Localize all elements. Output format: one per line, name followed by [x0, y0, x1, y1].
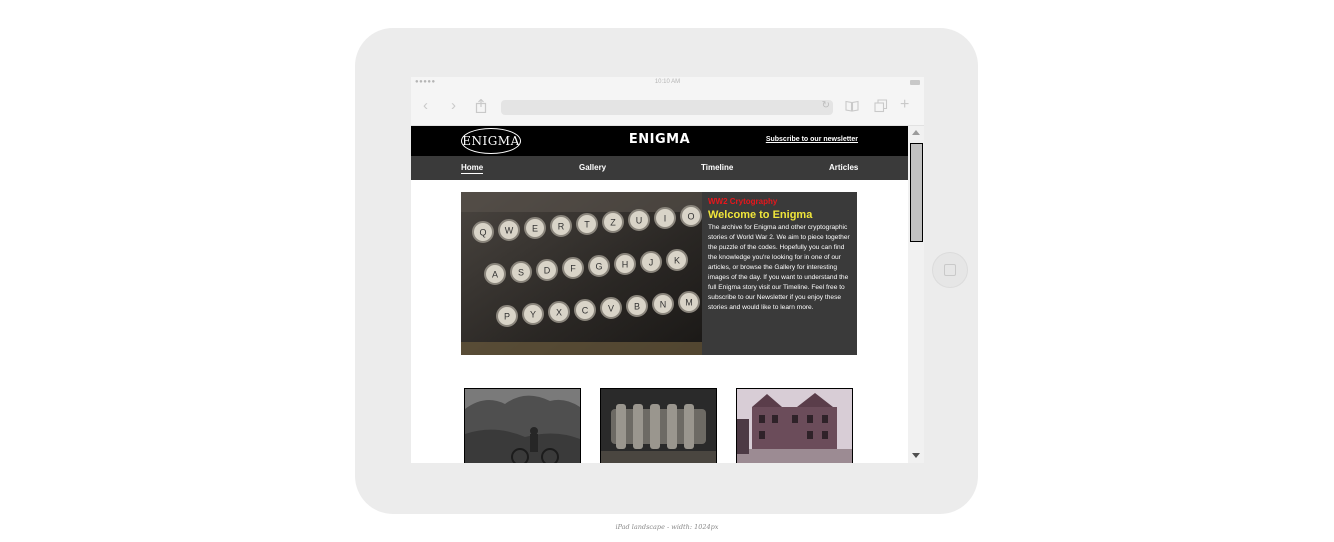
- typewriter-key-letter: A: [492, 270, 498, 280]
- typewriter-key-letter: S: [518, 268, 524, 278]
- typewriter-key-letter: J: [649, 258, 654, 268]
- ipad-screen: ●●●●● 10:10 AM ‹ › ↻ + ENIGMA ENIGMA Sub…: [411, 77, 924, 463]
- battery-icon: [910, 80, 920, 85]
- typewriter-key-letter: D: [544, 266, 551, 276]
- typewriter-key-letter: G: [595, 262, 602, 272]
- main-nav: Home Gallery Timeline Articles: [411, 156, 908, 180]
- hero-banner: QWERTZUIOASDFGHJKPYXCVBNML WW2 Crytograp…: [461, 192, 857, 355]
- tabs-icon[interactable]: [874, 99, 888, 113]
- hero-body: The archive for Enigma and other cryptog…: [708, 224, 850, 311]
- home-button-icon: [944, 264, 956, 276]
- typewriter-key-letter: B: [634, 302, 640, 312]
- typewriter-key-letter: U: [636, 216, 643, 226]
- typewriter-key-letter: N: [660, 300, 667, 310]
- typewriter-key-letter: M: [685, 298, 693, 308]
- hero-kicker: WW2 Crytography: [708, 197, 778, 206]
- typewriter-key-letter: P: [504, 312, 510, 322]
- typewriter-key-letter: O: [687, 212, 694, 222]
- nav-item-home[interactable]: Home: [461, 163, 484, 174]
- url-bar[interactable]: ↻: [501, 100, 833, 115]
- typewriter-key-letter: E: [532, 224, 538, 234]
- reload-icon[interactable]: ↻: [822, 100, 830, 111]
- browser-toolbar: ‹ › ↻ +: [411, 88, 924, 126]
- typewriter-key-letter: H: [622, 260, 629, 270]
- gallery-thumb-soldier[interactable]: [464, 388, 581, 463]
- typewriter-key-letter: R: [558, 222, 565, 232]
- nav-item-timeline[interactable]: Timeline: [701, 163, 733, 172]
- gallery-thumb-mansion[interactable]: [736, 388, 853, 463]
- typewriter-key-letter: T: [584, 220, 590, 230]
- chevron-right-icon[interactable]: ›: [451, 98, 456, 114]
- enigma-keyboard-photo: QWERTZUIOASDFGHJKPYXCVBNML: [461, 192, 702, 355]
- device-caption: iPad landscape - width: 1024px: [615, 523, 719, 531]
- plus-icon[interactable]: +: [900, 97, 909, 113]
- book-icon[interactable]: [845, 100, 859, 112]
- status-bar: ●●●●● 10:10 AM: [411, 77, 924, 88]
- typewriter-key-letter: K: [674, 256, 680, 266]
- typewriter-key-letter: W: [505, 226, 514, 236]
- home-button[interactable]: [932, 252, 968, 288]
- typewriter-key-letter: X: [556, 308, 562, 318]
- site-header: ENIGMA ENIGMA Subscribe to our newslette…: [411, 126, 908, 156]
- hero-heading: Welcome to Enigma: [708, 209, 813, 221]
- subscribe-link[interactable]: Subscribe to our newsletter: [766, 136, 858, 143]
- typewriter-key-letter: Y: [530, 310, 536, 320]
- scroll-up-icon[interactable]: [912, 130, 920, 135]
- share-icon[interactable]: [475, 99, 487, 113]
- nav-item-articles[interactable]: Articles: [829, 163, 858, 172]
- gallery-thumb-rotors[interactable]: [600, 388, 717, 463]
- scroll-down-icon[interactable]: [912, 453, 920, 458]
- web-page: ENIGMA ENIGMA Subscribe to our newslette…: [411, 126, 908, 463]
- typewriter-key-letter: Q: [479, 228, 486, 238]
- hero-text: WW2 Crytography Welcome to Enigma The ar…: [708, 197, 853, 313]
- nav-item-gallery[interactable]: Gallery: [579, 163, 606, 172]
- page-scrollbar[interactable]: [908, 126, 924, 463]
- typewriter-key-letter: Z: [610, 218, 616, 228]
- typewriter-key-letter: I: [664, 214, 667, 224]
- status-time: 10:10 AM: [654, 79, 681, 85]
- chevron-left-icon[interactable]: ‹: [423, 98, 428, 114]
- typewriter-key-letter: F: [570, 264, 576, 274]
- scroll-thumb[interactable]: [910, 143, 923, 242]
- typewriter-key-letter: C: [582, 306, 589, 316]
- typewriter-key-letter: V: [608, 304, 614, 314]
